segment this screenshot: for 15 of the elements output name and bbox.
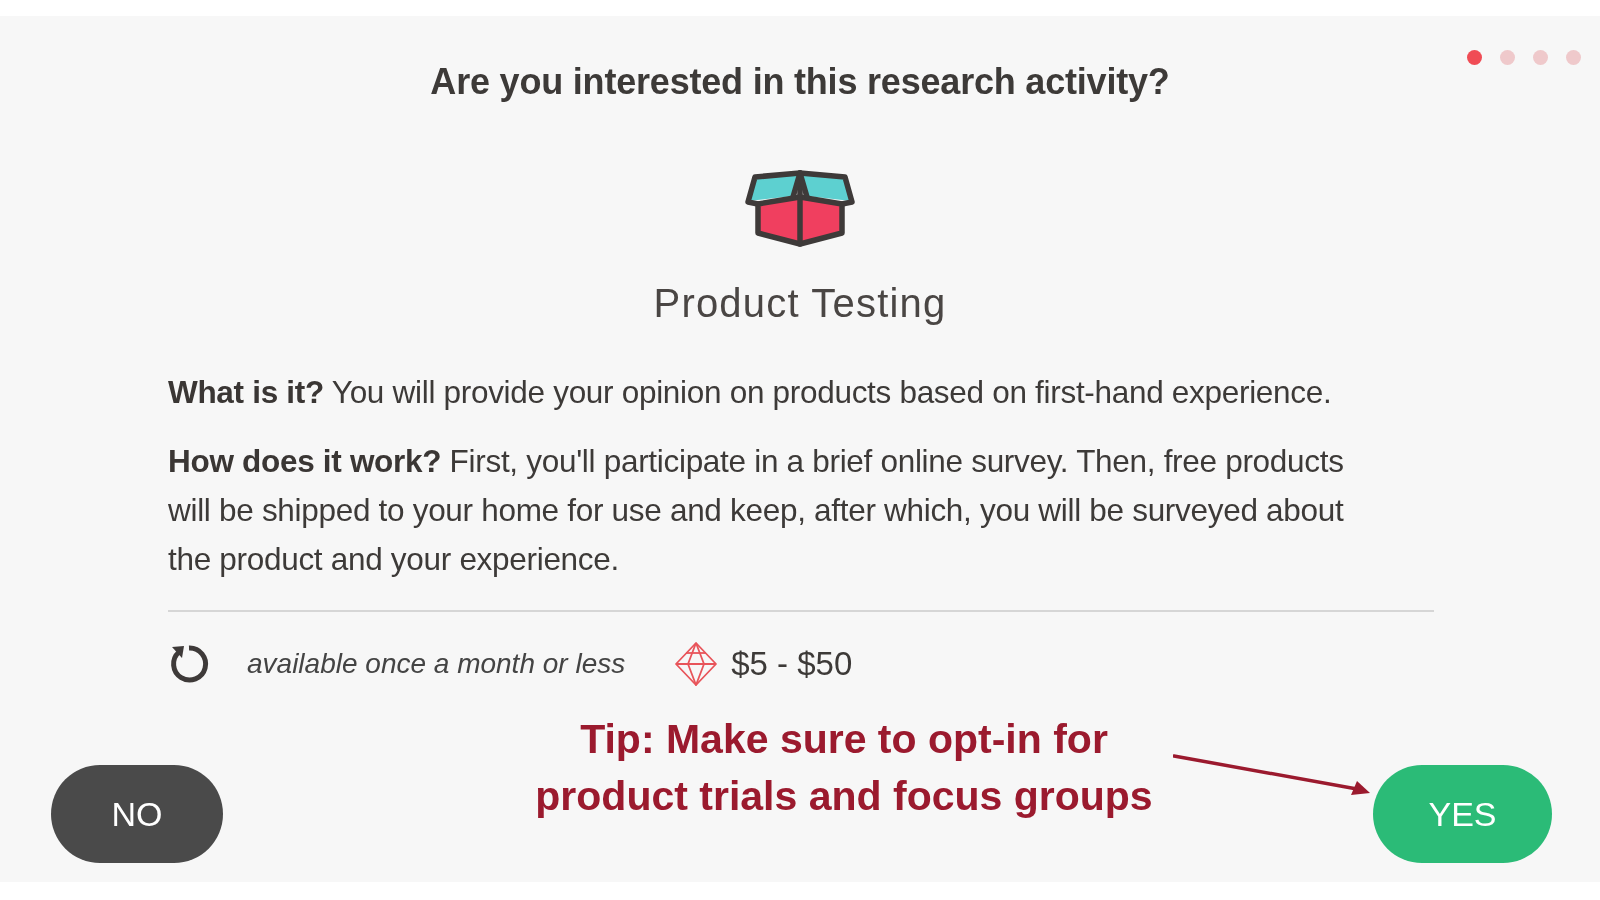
activity-name: Product Testing [653, 280, 947, 326]
description-paragraph: How does it work? First, you'll participate in a brief online survey. Then, free products will be shipped to your home for use and keep, after which, you will be surveyed about the product and your experience. [168, 442, 1345, 579]
page-dot-icon[interactable] [1566, 50, 1581, 65]
description-paragraph: What is it? You will provide your opinion on products based on first-hand experience. [168, 373, 1333, 412]
page-dot-icon[interactable] [1533, 50, 1548, 65]
box-icon [743, 170, 857, 248]
page-dot-icon[interactable] [1467, 50, 1482, 65]
dialog-title: Are you interested in this research activity? [430, 61, 1170, 102]
no-button[interactable]: NO [51, 765, 223, 863]
tip-annotation: Tip: Make sure to opt-in for product trials and focus groups [534, 715, 1154, 821]
circular-arrow-icon [168, 643, 210, 685]
page-dot-icon[interactable] [1500, 50, 1515, 65]
diamond-icon [675, 642, 718, 686]
frequency-text: available once a month or less [247, 648, 626, 680]
reward-range: $5 - $50 [731, 645, 853, 683]
